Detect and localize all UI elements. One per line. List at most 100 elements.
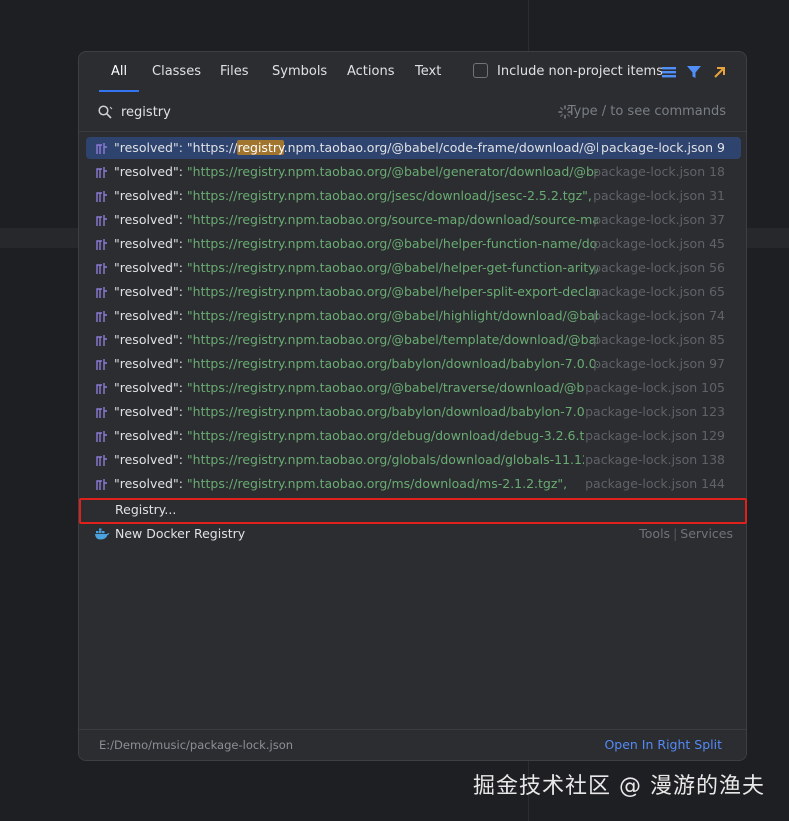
filter-icon[interactable] (685, 62, 703, 82)
result-key: "resolved": (114, 476, 187, 491)
result-key: "resolved": (114, 452, 187, 467)
result-row[interactable]: "resolved": "https://registry.npm.taobao… (86, 473, 741, 495)
result-value: "https://registry.npm.taobao.org/@babel/… (186, 332, 598, 347)
result-row[interactable]: "resolved": "https://registry.npm.taobao… (86, 305, 741, 327)
result-value: "https://registry.npm.taobao.org/@babel/… (186, 380, 584, 395)
annotation-highlight-box (79, 498, 747, 524)
search-everywhere-popup: All Classes Files Symbols Actions Text I… (78, 51, 747, 761)
result-key: "resolved": (114, 308, 187, 323)
status-footer: E:/Demo/music/package-lock.json Open In … (79, 729, 746, 760)
action-label: New Docker Registry (115, 526, 246, 541)
result-row[interactable]: "resolved": "https://registry.npm.taobao… (86, 401, 741, 423)
result-file: package-lock.json 144 (585, 476, 725, 491)
result-key: "resolved": (114, 356, 187, 371)
result-value: "https://registry.npm.taobao.org/@babel/… (186, 236, 598, 251)
json-property-icon (96, 479, 107, 490)
action-subgroup: Services (680, 526, 733, 541)
result-row[interactable]: "resolved": "https://registry.npm.taobao… (86, 233, 741, 255)
action-location: Tools | Services (639, 526, 733, 541)
search-icon (98, 105, 113, 119)
tab-files[interactable]: Files (208, 52, 261, 92)
result-value: "https://registry.npm.taobao.org/jsesc/d… (186, 188, 592, 203)
result-value: "https://registry.npm.taobao.org/@babel/… (186, 308, 598, 323)
include-non-project-label: Include non-project items (497, 64, 663, 79)
result-row[interactable]: "resolved": "https://registry.npm.taobao… (86, 209, 741, 231)
result-key: "resolved": (114, 284, 187, 299)
json-property-icon (96, 431, 107, 442)
result-key: "resolved": (114, 332, 187, 347)
open-in-right-split-link[interactable]: Open In Right Split (604, 730, 722, 760)
search-input[interactable] (121, 101, 421, 123)
result-key: "resolved": (114, 428, 187, 443)
json-property-icon (96, 335, 107, 346)
tab-all[interactable]: All (99, 52, 140, 92)
json-property-icon (96, 167, 107, 178)
result-value: "https://registry.npm.taobao.org/ms/down… (186, 476, 568, 491)
result-value: "https://registry.npm.taobao.org/debug/d… (186, 428, 584, 443)
docker-icon (95, 528, 110, 540)
result-key: "resolved": (114, 188, 187, 203)
result-row[interactable]: "resolved": "https://registry.npm.taobao… (86, 425, 741, 447)
result-file: package-lock.json 18 (593, 164, 725, 179)
result-value: .npm.taobao.org/@babel/code-frame/downlo… (283, 140, 598, 155)
result-key: "resolved": (114, 404, 187, 419)
json-property-icon (96, 407, 107, 418)
include-non-project-checkbox[interactable] (473, 63, 488, 78)
tab-bar: All Classes Files Symbols Actions Text I… (79, 52, 746, 92)
json-property-icon (96, 191, 107, 202)
result-row[interactable]: "resolved": "https://registry.npm.taobao… (86, 137, 741, 159)
json-property-icon (96, 287, 107, 298)
result-key: "resolved": (114, 164, 187, 179)
action-group: Tools (639, 526, 671, 541)
json-property-icon (96, 455, 107, 466)
result-row[interactable]: "resolved": "https://registry.npm.taobao… (86, 449, 741, 471)
file-path: E:/Demo/music/package-lock.json (99, 738, 294, 752)
json-property-icon (96, 383, 107, 394)
json-property-icon (96, 311, 107, 322)
list-view-icon[interactable] (660, 62, 678, 82)
result-file: package-lock.json 31 (593, 188, 725, 203)
result-value: "https://registry.npm.taobao.org/globals… (186, 452, 584, 467)
result-file: package-lock.json 37 (593, 212, 725, 227)
result-file: package-lock.json 138 (585, 452, 725, 467)
watermark: 掘金技术社区 @ 漫游的渔夫 (473, 774, 765, 799)
action-new-docker-registry[interactable]: New Docker Registry Tools | Services (86, 523, 741, 545)
result-file: package-lock.json 85 (593, 332, 725, 347)
result-row[interactable]: "resolved": "https://registry.npm.taobao… (86, 377, 741, 399)
json-property-icon (96, 359, 107, 370)
json-property-icon (96, 239, 107, 250)
result-value: "https:// (186, 140, 238, 155)
result-row[interactable]: "resolved": "https://registry.npm.taobao… (86, 353, 741, 375)
tab-actions[interactable]: Actions (335, 52, 407, 92)
result-value: "https://registry.npm.taobao.org/@babel/… (186, 284, 598, 299)
result-key: "resolved": (114, 260, 187, 275)
result-key: "resolved": (114, 212, 187, 227)
result-value: "https://registry.npm.taobao.org/@babel/… (186, 164, 598, 179)
result-file: package-lock.json 65 (593, 284, 725, 299)
result-file: package-lock.json 56 (593, 260, 725, 275)
search-bar: Type / to see commands (79, 92, 746, 132)
tab-text[interactable]: Text (403, 52, 453, 92)
tab-symbols[interactable]: Symbols (260, 52, 339, 92)
result-key: "resolved": (114, 236, 187, 251)
search-hint: Type / to see commands (567, 104, 726, 119)
result-key: "resolved": (114, 140, 187, 155)
result-row[interactable]: "resolved": "https://registry.npm.taobao… (86, 281, 741, 303)
result-key: "resolved": (114, 380, 187, 395)
open-in-find-window-icon[interactable] (710, 62, 728, 82)
result-row[interactable]: "resolved": "https://registry.npm.taobao… (86, 185, 741, 207)
result-value: "https://registry.npm.taobao.org/@babel/… (186, 260, 598, 275)
result-file: package-lock.json 74 (593, 308, 725, 323)
result-row[interactable]: "resolved": "https://registry.npm.taobao… (86, 329, 741, 351)
json-property-icon (96, 215, 107, 226)
result-row[interactable]: "resolved": "https://registry.npm.taobao… (86, 257, 741, 279)
result-value: "https://registry.npm.taobao.org/source-… (186, 212, 598, 227)
result-file: package-lock.json 105 (585, 380, 725, 395)
tab-classes[interactable]: Classes (140, 52, 213, 92)
result-file: package-lock.json 129 (585, 428, 725, 443)
json-property-icon (96, 263, 107, 274)
result-row[interactable]: "resolved": "https://registry.npm.taobao… (86, 161, 741, 183)
result-value: "https://registry.npm.taobao.org/babylon… (186, 356, 598, 371)
result-file: package-lock.json 97 (593, 356, 725, 371)
match-highlight: registry (237, 140, 284, 155)
